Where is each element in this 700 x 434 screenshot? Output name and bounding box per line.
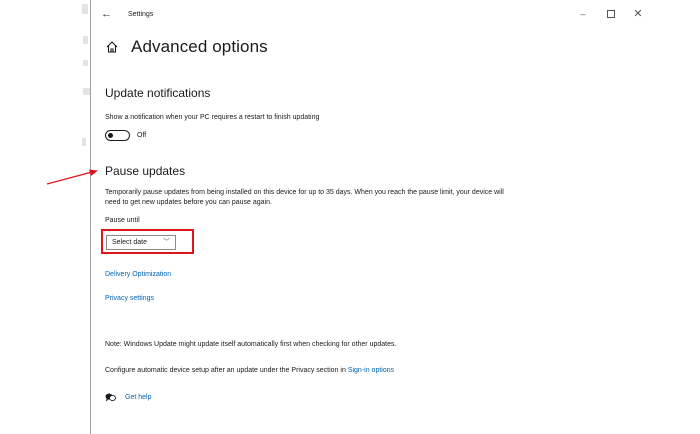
configure-setup-text: Configure automatic device setup after a…: [105, 366, 394, 376]
privacy-settings-link[interactable]: Privacy settings: [105, 295, 154, 302]
minimize-button[interactable]: –: [577, 9, 589, 19]
configure-setup-prefix: Configure automatic device setup after a…: [105, 367, 348, 374]
close-button[interactable]: ✕: [632, 9, 644, 20]
maximize-icon: [607, 10, 615, 18]
page-header: Advanced options: [105, 37, 268, 57]
background-window: [0, 0, 90, 434]
delivery-optimization-link[interactable]: Delivery Optimization: [105, 271, 171, 278]
pause-updates-description-line1: Temporarily pause updates from being ins…: [105, 189, 504, 196]
update-notifications-description: Show a notification when your PC require…: [105, 114, 320, 121]
background-window-fragment: [83, 60, 88, 66]
pause-until-label: Pause until: [105, 217, 140, 224]
toggle-state-label: Off: [137, 132, 147, 139]
pause-updates-heading: Pause updates: [105, 164, 186, 178]
annotation-highlight-box: [101, 229, 194, 254]
get-help-link[interactable]: Get help: [125, 394, 151, 401]
screen: ← Settings – ✕ Advanced options Update n…: [0, 0, 700, 434]
get-help-icon: [105, 393, 116, 402]
settings-window: ← Settings – ✕ Advanced options Update n…: [90, 0, 661, 434]
sign-in-options-link[interactable]: Sign-in options: [348, 367, 394, 374]
home-icon: [106, 41, 118, 53]
title-bar: ← Settings – ✕: [91, 0, 661, 30]
background-window-fragment: [83, 36, 88, 44]
restart-notification-toggle[interactable]: [105, 130, 130, 141]
windows-update-note: Note: Windows Update might update itself…: [105, 341, 397, 348]
maximize-button[interactable]: [605, 9, 617, 20]
get-help-row[interactable]: Get help: [105, 393, 151, 402]
update-notifications-heading: Update notifications: [105, 86, 211, 100]
background-window-fragment: [82, 138, 86, 146]
toggle-knob: [108, 132, 113, 138]
page-title: Advanced options: [131, 37, 268, 56]
pause-updates-description-line2: need to get new updates before you can p…: [105, 199, 272, 206]
background-window-fragment: [82, 4, 88, 14]
background-window-fragment: [83, 88, 90, 95]
window-title: Settings: [128, 11, 154, 18]
back-button[interactable]: ←: [101, 8, 112, 20]
